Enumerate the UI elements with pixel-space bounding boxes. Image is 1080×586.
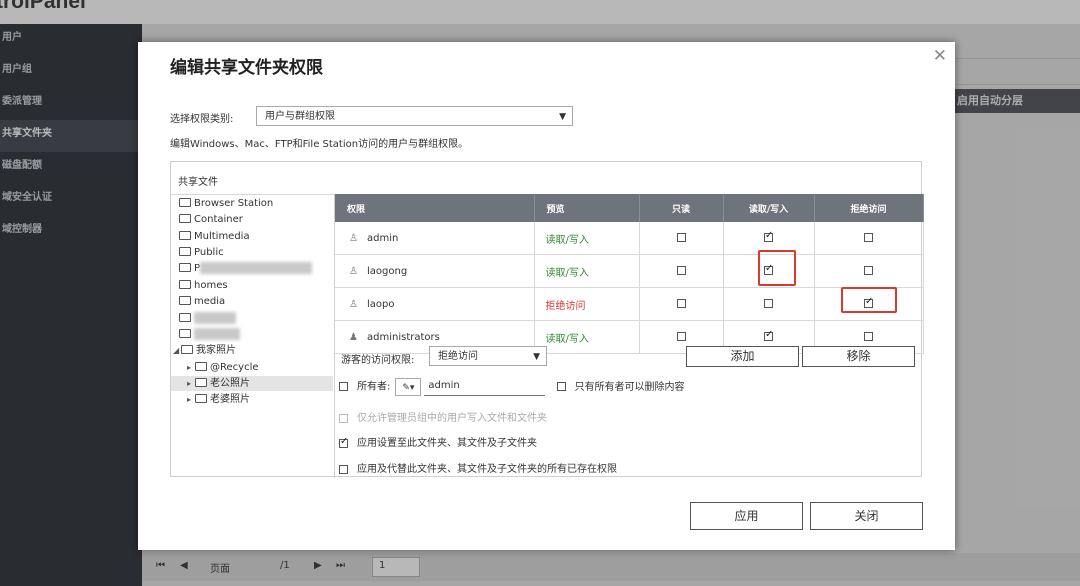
edit-shared-folder-permissions-dialog: ✕ 编辑共享文件夹权限 选择权限类别: 用户与群组权限 ▼ 编辑Windows、… <box>138 42 955 550</box>
folder-icon <box>179 296 191 305</box>
owner-input[interactable]: admin <box>424 377 546 396</box>
read-write-checkbox[interactable] <box>764 329 773 341</box>
user-name: admin <box>367 232 399 244</box>
tree-item[interactable]: Multimedia <box>179 229 250 244</box>
folder-icon <box>179 214 191 223</box>
read-write-checkbox[interactable] <box>764 299 773 308</box>
highlight-box <box>758 250 796 286</box>
dialog-description: 编辑Windows、Mac、FTP和File Station访问的用户与群组权限… <box>170 139 469 150</box>
folder-icon <box>179 313 191 322</box>
deny-checkbox[interactable] <box>864 266 873 275</box>
read-write-checkbox[interactable] <box>764 230 773 242</box>
tree-item[interactable]: P <box>179 261 313 276</box>
tree-item[interactable]: ▸ 老婆照片 <box>187 392 250 407</box>
tree-item[interactable]: media <box>179 294 225 309</box>
folder-icon <box>179 198 191 207</box>
redacted-name <box>200 262 313 274</box>
admin-only-write-row: 仅允许管理员组中的用户写入文件和文件夹 <box>339 409 547 424</box>
table-row: ♙ admin 读取/写入 <box>335 222 924 255</box>
folder-icon <box>195 378 207 387</box>
redacted-name <box>194 328 240 340</box>
permission-preview: 读取/写入 <box>534 320 640 354</box>
read-only-checkbox[interactable] <box>676 299 686 308</box>
admin-only-write-checkbox[interactable] <box>339 413 348 423</box>
user-name: laogong <box>367 265 408 277</box>
guest-access-select[interactable]: 拒绝访问 ▼ <box>429 346 547 366</box>
column-header: 读取/写入 <box>723 194 815 222</box>
folder-icon <box>179 280 191 289</box>
highlight-box <box>841 287 897 313</box>
tree-item[interactable]: Browser Station <box>179 196 273 211</box>
tree-item[interactable]: ◢ 我家照片 <box>173 343 236 358</box>
folder-icon <box>179 247 191 256</box>
folder-open-icon <box>181 345 193 354</box>
close-icon[interactable]: ✕ <box>933 46 947 66</box>
owner-row: 所有者: ✎▾ admin 只有所有者可以删除内容 <box>339 377 685 396</box>
read-only-checkbox[interactable] <box>676 233 686 242</box>
column-header: 权限 <box>335 194 535 222</box>
tree-item[interactable]: Public <box>179 245 224 260</box>
apply-replace-checkbox[interactable] <box>339 464 348 474</box>
chevron-right-icon[interactable]: ▸ <box>187 360 195 375</box>
close-button[interactable]: 关闭 <box>810 502 923 530</box>
read-only-checkbox[interactable] <box>676 266 686 275</box>
chevron-right-icon[interactable]: ▸ <box>187 392 195 407</box>
deny-checkbox[interactable] <box>864 233 873 242</box>
permissions-panel: 共享文件 Browser Station Container Multimedi… <box>170 161 924 478</box>
group-icon: ♟ <box>349 331 358 343</box>
tree-item[interactable] <box>179 311 236 326</box>
column-header: 只读 <box>639 194 724 222</box>
apply-subfolders-row: 应用设置至此文件夹、其文件及子文件夹 <box>339 434 537 449</box>
tree-item[interactable]: ▸ @Recycle <box>187 360 259 375</box>
user-icon: ♙ <box>349 265 358 277</box>
tree-item[interactable]: homes <box>179 278 228 293</box>
permission-preview: 读取/写入 <box>534 254 640 288</box>
tree-item-selected[interactable]: ▸ 老公照片 <box>171 376 333 391</box>
owner-checkbox[interactable] <box>339 382 348 391</box>
folder-icon <box>179 263 191 272</box>
edit-owner-button[interactable]: ✎▾ <box>395 377 422 396</box>
tree-item[interactable]: Container <box>179 212 243 227</box>
apply-replace-row: 应用及代替此文件夹、其文件及子文件夹的所有已存在权限 <box>339 460 617 475</box>
dialog-title: 编辑共享文件夹权限 <box>170 58 323 78</box>
category-label: 选择权限类别: <box>170 114 234 125</box>
category-select[interactable]: 用户与群组权限 ▼ <box>256 106 573 126</box>
table-row: ♙ laogong 读取/写入 <box>335 254 924 288</box>
panel-header: 共享文件 <box>178 177 218 188</box>
chevron-right-icon[interactable]: ▸ <box>187 376 195 391</box>
tree-item[interactable] <box>179 327 240 342</box>
chevron-down-icon: ▼ <box>533 352 540 362</box>
group-name: administrators <box>367 331 440 343</box>
chevron-down-icon: ▼ <box>559 112 566 122</box>
deny-checkbox[interactable] <box>864 332 873 341</box>
column-header: 预览 <box>534 194 640 222</box>
owner-label: 所有者: <box>357 381 391 393</box>
user-icon: ♙ <box>349 232 358 244</box>
user-name: laopo <box>367 298 395 310</box>
chevron-down-icon[interactable]: ◢ <box>173 343 181 358</box>
folder-tree: Browser Station Container Multimedia Pub… <box>171 194 335 478</box>
folder-icon <box>179 231 191 240</box>
read-only-checkbox[interactable] <box>676 332 686 341</box>
folder-icon <box>195 394 207 403</box>
remove-button[interactable]: 移除 <box>802 346 915 367</box>
guest-access-label: 游客的访问权限: <box>341 355 415 366</box>
permission-preview: 读取/写入 <box>534 222 640 255</box>
folder-icon <box>195 362 207 371</box>
apply-subfolders-checkbox[interactable] <box>339 436 348 448</box>
owner-only-delete-checkbox[interactable] <box>556 382 566 391</box>
user-icon: ♙ <box>349 298 358 310</box>
apply-button[interactable]: 应用 <box>690 502 803 530</box>
column-header: 拒绝访问 <box>814 194 924 222</box>
add-button[interactable]: 添加 <box>686 346 799 367</box>
permission-preview: 拒绝访问 <box>534 287 640 321</box>
owner-only-delete-label: 只有所有者可以删除内容 <box>574 381 685 393</box>
table-row: ♙ laopo 拒绝访问 <box>335 287 924 321</box>
redacted-name <box>194 312 236 324</box>
table-header-row: 权限 预览 只读 读取/写入 拒绝访问 <box>335 194 924 222</box>
permission-table: 权限 预览 只读 读取/写入 拒绝访问 ♙ admin 读取/写入 ♙ laogon… <box>335 194 924 354</box>
folder-icon <box>179 329 191 338</box>
